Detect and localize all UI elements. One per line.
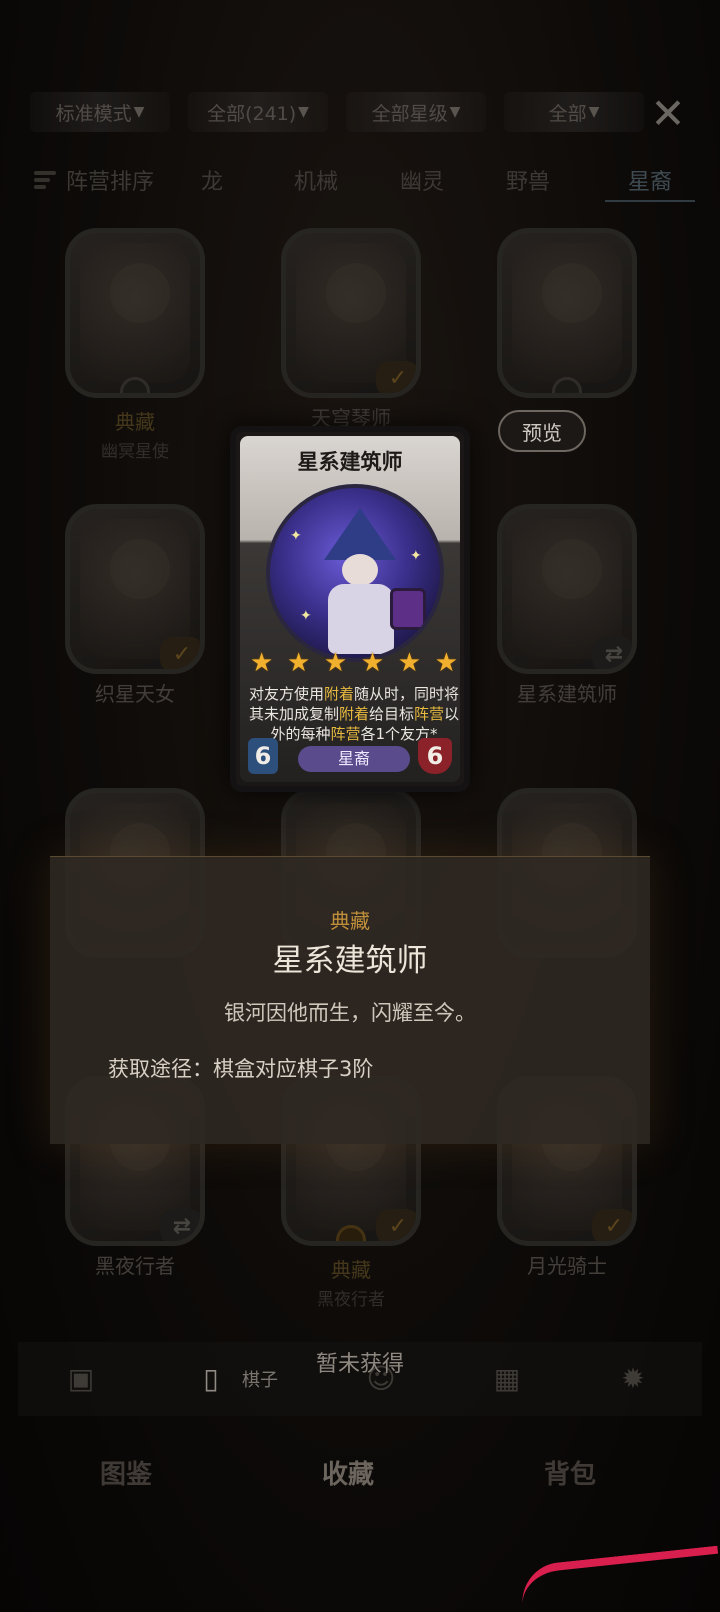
card-title: 星系建筑师 (297, 450, 403, 474)
nav-codex[interactable]: 图鉴 (100, 1454, 152, 1491)
effect-text: 对友方使用 (248, 685, 324, 703)
info-acquire-source: 获取途径：棋盒对应棋子3阶 (108, 1057, 374, 1081)
character-face-shape (342, 554, 378, 586)
card-info-panel: 典藏 星系建筑师 银河因他而生，闪耀至今。 获取途径：棋盒对应棋子3阶 (50, 856, 650, 1144)
character-body-shape (328, 584, 394, 654)
bottom-nav: 图鉴 收藏 背包 (0, 1438, 720, 1508)
effect-keyword: 附着 (338, 705, 369, 723)
health-value: 6 (418, 738, 452, 774)
info-rarity: 典藏 (330, 909, 370, 933)
star-rating: ★ ★ ★ ★ ★ ★ (250, 650, 458, 676)
effect-keyword: 阵营 (330, 725, 361, 743)
star-icon: ★ (286, 648, 311, 678)
not-owned-status: 暂未获得 (315, 1352, 404, 1377)
star-icon: ★ (323, 648, 348, 678)
sparkle-icon: ✦ (300, 608, 312, 624)
card-effect-text: 对友方使用附着随从时，同时将其未加成复制附着给目标阵营以外的每种阵营各1个友方* (248, 684, 460, 744)
card-face: 星系建筑师 ✦ ✦ ✦ ★ ★ ★ ★ ★ ★ 对友方使用附着随从时，同时将其未加成复制附… (240, 436, 460, 782)
card-faction: 星裔 (298, 746, 410, 772)
star-icon: ★ (360, 648, 385, 678)
sparkle-icon: ✦ (410, 548, 422, 564)
card-art: ✦ ✦ ✦ (266, 484, 444, 662)
info-card-name: 星系建筑师 (272, 943, 428, 979)
effect-keyword: 附着 (323, 685, 354, 703)
attack-value: 6 (248, 738, 278, 774)
star-icon: ★ (397, 648, 422, 678)
star-icon: ★ (250, 648, 274, 678)
sparkle-icon: ✦ (290, 528, 302, 544)
featured-card: 星系建筑师 ✦ ✦ ✦ ★ ★ ★ ★ ★ ★ 对友方使用附着随从时，同时将其未加成复制附… (230, 426, 470, 792)
wizard-hat-shape (324, 508, 396, 560)
nav-collection[interactable]: 收藏 (322, 1454, 374, 1491)
star-icon: ★ (434, 648, 458, 678)
preview-button[interactable]: 预览 (498, 410, 586, 452)
nav-backpack[interactable]: 背包 (544, 1454, 596, 1491)
info-description: 银河因他而生，闪耀至今。 (224, 1001, 476, 1025)
effect-text: 给目标 (368, 705, 414, 723)
effect-keyword: 阵营 (414, 705, 445, 723)
paint-bucket-shape (390, 588, 426, 630)
